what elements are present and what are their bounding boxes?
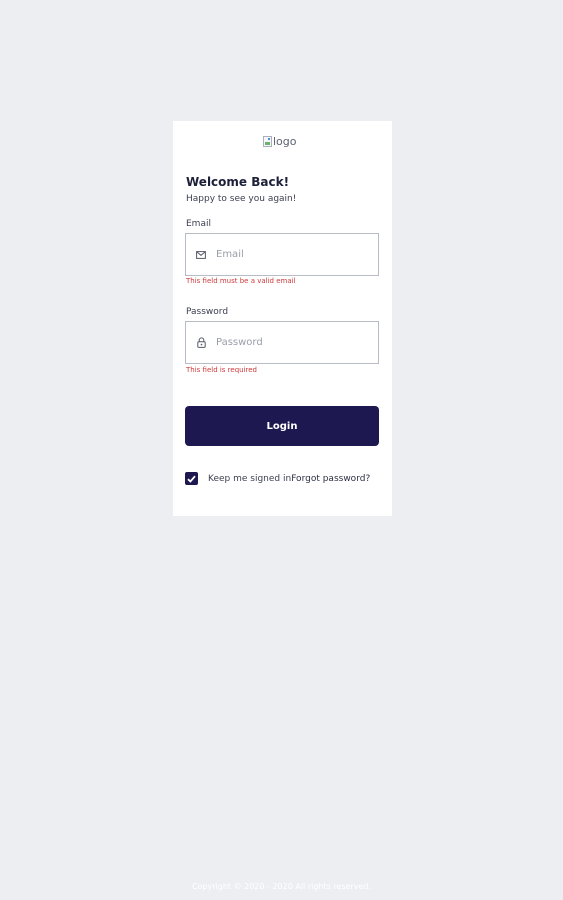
remember-row: Keep me signed in Forgot password? bbox=[185, 472, 370, 485]
password-error: This field is required bbox=[186, 366, 258, 374]
envelope-icon bbox=[186, 250, 216, 259]
logo: logo bbox=[263, 135, 297, 148]
footer-copyright: Copyright © 2020 - 2020 All rights reser… bbox=[191, 882, 372, 891]
page-subtitle: Happy to see you again! bbox=[186, 194, 297, 204]
checkmark-icon bbox=[187, 475, 196, 483]
login-button[interactable]: Login bbox=[185, 406, 379, 446]
forgot-password-link[interactable]: Forgot password? bbox=[291, 474, 370, 484]
email-input[interactable] bbox=[216, 249, 366, 260]
password-field-wrapper bbox=[185, 321, 379, 364]
password-input[interactable] bbox=[216, 337, 366, 348]
email-error: This field must be a valid email bbox=[186, 277, 296, 285]
remember-checkbox[interactable] bbox=[185, 472, 198, 485]
login-page: logo Welcome Back! Happy to see you agai… bbox=[0, 0, 563, 900]
logo-alt-text: logo bbox=[273, 135, 297, 148]
email-label: Email bbox=[186, 219, 211, 229]
remember-label[interactable]: Keep me signed in bbox=[208, 474, 291, 484]
password-label: Password bbox=[186, 307, 229, 317]
broken-image-icon bbox=[263, 136, 272, 147]
page-title: Welcome Back! bbox=[186, 175, 290, 189]
login-card: logo Welcome Back! Happy to see you agai… bbox=[173, 121, 392, 516]
email-field-wrapper bbox=[185, 233, 379, 276]
lock-icon bbox=[186, 337, 216, 348]
